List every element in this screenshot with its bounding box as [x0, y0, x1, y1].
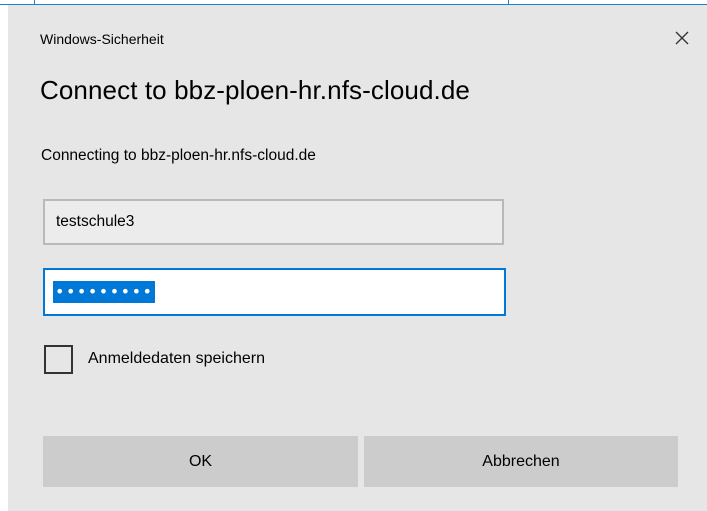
dialog-heading: Connect to bbz-ploen-hr.nfs-cloud.de	[40, 75, 470, 105]
cancel-button[interactable]: Abbrechen	[364, 436, 678, 487]
close-icon	[675, 31, 689, 45]
password-field[interactable]: •••••••••	[43, 268, 506, 316]
remember-credentials-checkbox[interactable]	[44, 345, 73, 374]
username-field[interactable]: testschule3	[43, 199, 504, 245]
remember-credentials-label[interactable]: Anmeldedaten speichern	[88, 350, 265, 368]
connection-subtext: Connecting to bbz-ploen-hr.nfs-cloud.de	[41, 147, 316, 164]
password-value: •••••••••	[53, 281, 156, 303]
close-button[interactable]	[667, 23, 697, 53]
window-title: Windows-Sicherheit	[40, 31, 164, 47]
security-dialog: Windows-Sicherheit Connect to bbz-ploen-…	[8, 5, 707, 511]
screen: Windows-Sicherheit Connect to bbz-ploen-…	[0, 0, 707, 511]
username-value: testschule3	[56, 213, 135, 230]
ok-button[interactable]: OK	[43, 436, 358, 487]
